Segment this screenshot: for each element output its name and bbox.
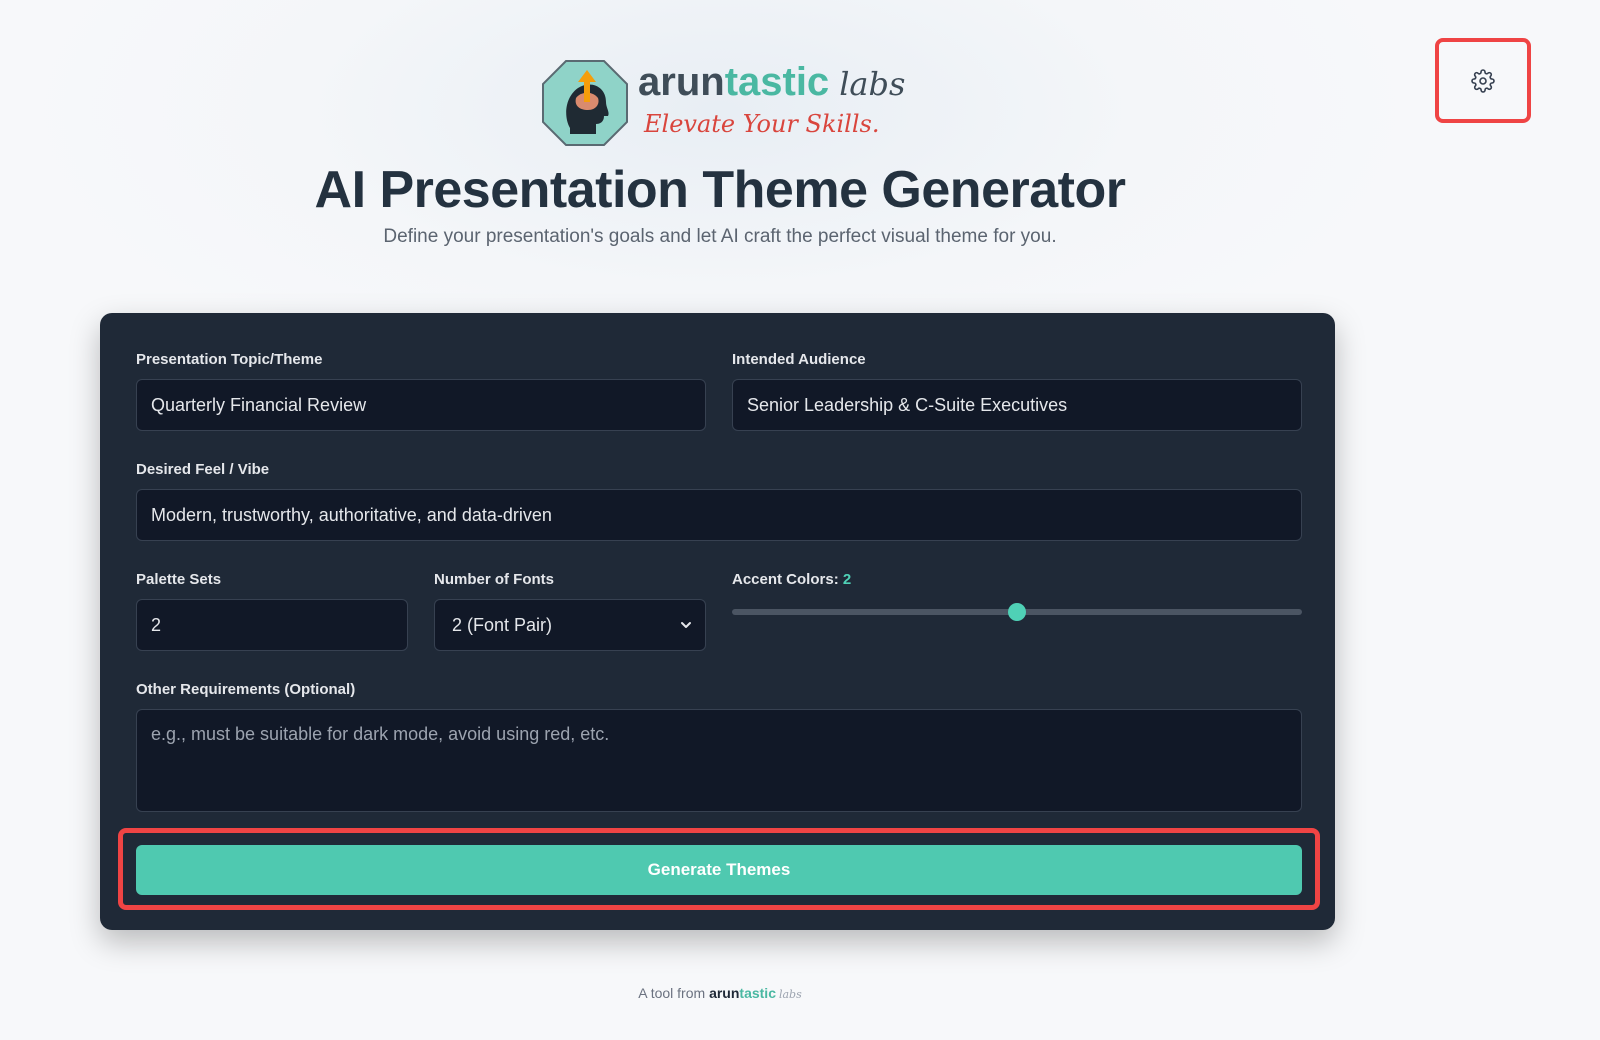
footer-brand-part2: tastic <box>739 985 776 1001</box>
footer: A tool from aruntastic labs <box>0 985 1440 1001</box>
accent-colors-slider-handle[interactable] <box>1008 603 1026 621</box>
footer-brand: aruntastic labs <box>709 985 802 1001</box>
footer-brand-part1: arun <box>709 985 740 1001</box>
brand-name: aruntastic labs <box>638 60 905 106</box>
footer-brand-suffix: labs <box>778 988 802 1001</box>
generate-themes-button[interactable]: Generate Themes <box>136 845 1302 895</box>
chevron-down-icon <box>675 618 697 632</box>
other-requirements-input[interactable] <box>136 709 1302 812</box>
accent-colors-value: 2 <box>842 571 852 588</box>
footer-prefix: A tool from <box>638 985 706 1001</box>
fonts-label: Number of Fonts <box>434 571 554 588</box>
brand-name-part2: tastic <box>724 60 830 104</box>
vibe-label: Desired Feel / Vibe <box>136 461 270 478</box>
accent-colors-label-text: Accent Colors: <box>732 571 839 588</box>
fonts-select[interactable]: 2 (Font Pair) <box>434 599 706 651</box>
tagline: Elevate Your Skills. <box>644 110 880 138</box>
topic-label: Presentation Topic/Theme <box>136 351 323 368</box>
settings-highlight <box>1435 38 1531 123</box>
audience-input[interactable] <box>732 379 1302 431</box>
brand-header: aruntastic labs Elevate Your Skills. <box>540 58 905 148</box>
topic-input[interactable] <box>136 379 706 431</box>
page-title: AI Presentation Theme Generator <box>314 161 1126 219</box>
settings-button[interactable] <box>1463 61 1503 101</box>
audience-label: Intended Audience <box>732 351 866 368</box>
palette-sets-input[interactable] <box>136 599 408 651</box>
brand-suffix: labs <box>839 65 906 103</box>
page-subtitle: Define your presentation's goals and let… <box>383 226 1057 247</box>
vibe-input[interactable] <box>136 489 1302 541</box>
accent-colors-label: Accent Colors: 2 <box>732 571 851 588</box>
gear-icon <box>1471 68 1495 93</box>
other-requirements-label: Other Requirements (Optional) <box>136 681 356 698</box>
brand-name-part1: arun <box>638 60 725 104</box>
palette-sets-label: Palette Sets <box>136 571 222 588</box>
fonts-select-value: 2 (Font Pair) <box>452 614 553 635</box>
brain-logo-icon <box>542 60 628 146</box>
